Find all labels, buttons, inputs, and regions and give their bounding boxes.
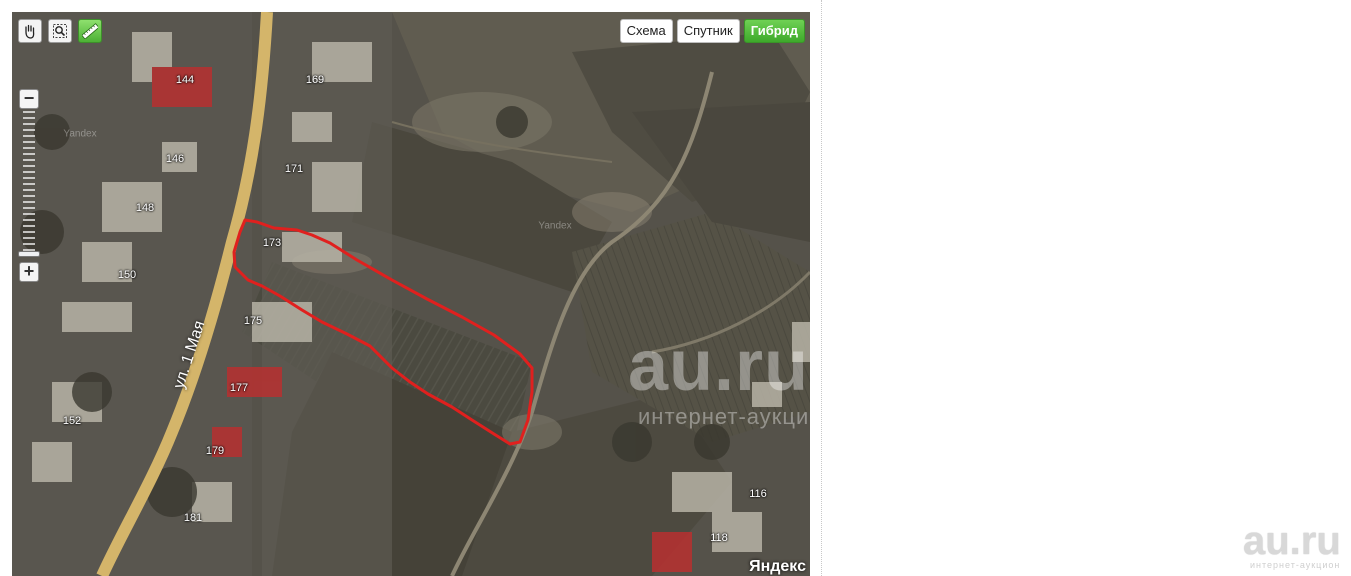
house-label: 152 (62, 415, 82, 427)
imagery-watermark: Yandex (63, 128, 97, 140)
map-type-hybrid-button[interactable]: Гибрид (743, 19, 805, 43)
house-label: 146 (165, 153, 185, 165)
magnifier-icon (53, 24, 67, 38)
ruler-tool-button[interactable] (78, 19, 102, 43)
site-logo: au.ru (1243, 519, 1341, 563)
imagery-watermark: Yandex (538, 220, 572, 232)
house-label: 144 (175, 74, 195, 86)
drag-tool-button[interactable] (18, 19, 42, 43)
zoom-control: − + (18, 87, 40, 283)
house-label: 173 (262, 237, 282, 249)
house-label: 171 (284, 163, 304, 175)
map-toolbar (18, 19, 102, 43)
house-label: 118 (710, 532, 728, 544)
site-watermark-subtext: интернет-аукцион (638, 404, 836, 429)
house-label: 175 (243, 315, 263, 327)
map-type-switcher: Схема Спутник Гибрид (619, 19, 805, 43)
ruler-icon (82, 23, 98, 39)
zoom-out-button[interactable]: − (19, 89, 39, 109)
map-frame: 144 169 146 171 148 173 150 175 177 152 … (0, 0, 822, 576)
zoom-slider-track[interactable] (23, 111, 35, 261)
map-type-satellite-button[interactable]: Спутник (676, 19, 740, 43)
satellite-map[interactable]: 144 169 146 171 148 173 150 175 177 152 … (12, 12, 810, 576)
zoom-slider-handle[interactable] (18, 250, 40, 257)
map-type-scheme-button[interactable]: Схема (619, 19, 673, 43)
hand-icon (25, 24, 35, 39)
house-label: 177 (229, 382, 249, 394)
house-label: 116 (749, 488, 767, 500)
site-watermark: au.ru (628, 326, 810, 406)
zoom-area-tool-button[interactable] (48, 19, 72, 43)
site-logo-subtext: интернет-аукцион (1250, 560, 1341, 570)
house-label: 179 (205, 445, 225, 457)
yandex-logo[interactable]: Яндекс (749, 558, 806, 576)
house-label: 150 (117, 269, 137, 281)
house-label: 148 (135, 202, 155, 214)
satellite-imagery (12, 12, 810, 576)
house-label: 181 (183, 512, 203, 524)
house-label: 169 (305, 74, 325, 86)
zoom-in-button[interactable]: + (19, 262, 39, 282)
